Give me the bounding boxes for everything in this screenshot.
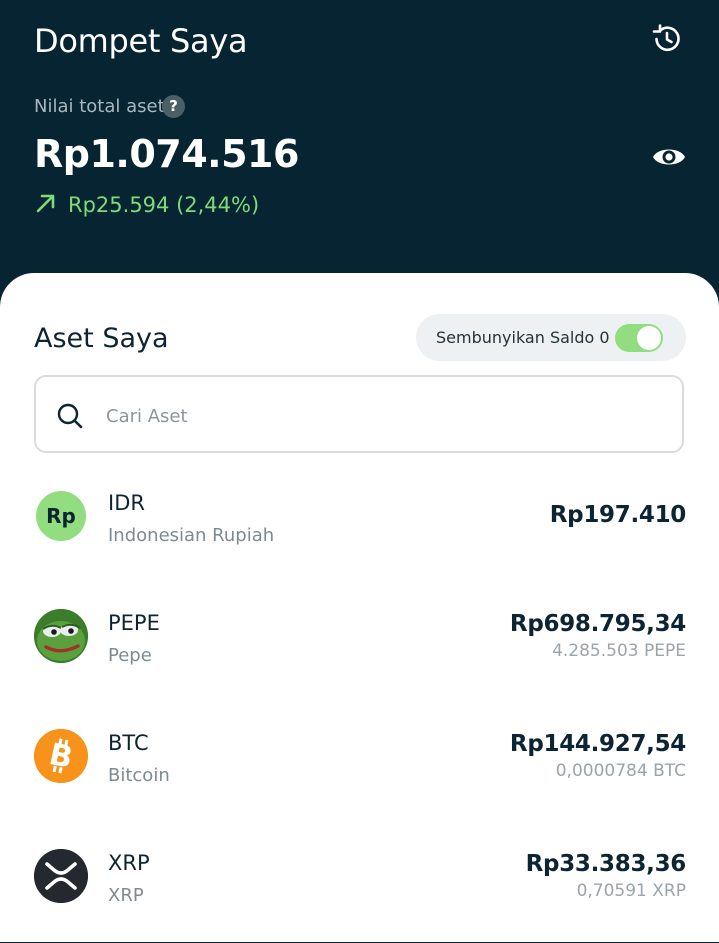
asset-item-pepe[interactable]: PEPE Pepe Rp698.795,34 4.285.503 PEPE	[0, 603, 719, 703]
value-change: Rp25.594 (2,44%)	[34, 191, 259, 219]
assets-panel: Aset Saya Sembunyikan Saldo 0 Rp IDR Ind…	[0, 273, 719, 942]
section-title: Aset Saya	[34, 323, 169, 354]
change-value: Rp25.594 (2,44%)	[68, 193, 260, 217]
asset-symbol: IDR	[108, 491, 145, 515]
total-asset-label: Nilai total aset	[34, 96, 165, 117]
eye-icon[interactable]	[651, 143, 687, 171]
asset-item-xrp[interactable]: XRP XRP Rp33.383,36 0,70591 XRP	[0, 843, 719, 943]
xrp-icon	[34, 849, 88, 903]
hide-balance-toggle[interactable]: Sembunyikan Saldo 0	[416, 314, 686, 361]
asset-name: XRP	[108, 885, 144, 906]
asset-item-idr[interactable]: Rp IDR Indonesian Rupiah Rp197.410	[0, 483, 719, 583]
rupiah-icon: Rp	[36, 491, 86, 541]
asset-name: Bitcoin	[108, 765, 170, 786]
search-box[interactable]	[34, 375, 684, 453]
asset-amount: 0,70591 XRP	[576, 881, 686, 901]
asset-value: Rp144.927,54	[509, 731, 686, 757]
toggle-switch[interactable]	[615, 324, 663, 352]
asset-symbol: BTC	[108, 731, 149, 755]
asset-value: Rp197.410	[549, 502, 687, 528]
asset-symbol: PEPE	[108, 611, 160, 635]
asset-item-btc[interactable]: B BTC Bitcoin Rp144.927,54 0,0000784 BTC	[0, 723, 719, 823]
bitcoin-icon: B	[34, 729, 88, 783]
wallet-header: Dompet Saya Nilai total aset ? Rp1.074.5…	[0, 0, 719, 300]
toggle-knob	[637, 326, 661, 350]
asset-value: Rp698.795,34	[509, 611, 686, 637]
asset-amount: 4.285.503 PEPE	[552, 641, 686, 661]
arrow-up-right-icon	[34, 191, 58, 219]
pepe-frog-icon	[34, 609, 88, 663]
total-asset-value: Rp1.074.516	[34, 132, 299, 176]
page-title: Dompet Saya	[34, 22, 248, 60]
asset-symbol: XRP	[108, 851, 150, 875]
asset-value: Rp33.383,36	[525, 851, 687, 877]
search-icon	[56, 402, 84, 430]
asset-name: Pepe	[108, 645, 152, 666]
asset-name: Indonesian Rupiah	[108, 525, 275, 546]
help-icon[interactable]: ?	[162, 95, 185, 118]
search-input[interactable]	[104, 399, 668, 433]
history-icon[interactable]	[650, 22, 684, 56]
asset-amount: 0,0000784 BTC	[555, 761, 686, 781]
hide-balance-label: Sembunyikan Saldo 0	[436, 328, 610, 347]
